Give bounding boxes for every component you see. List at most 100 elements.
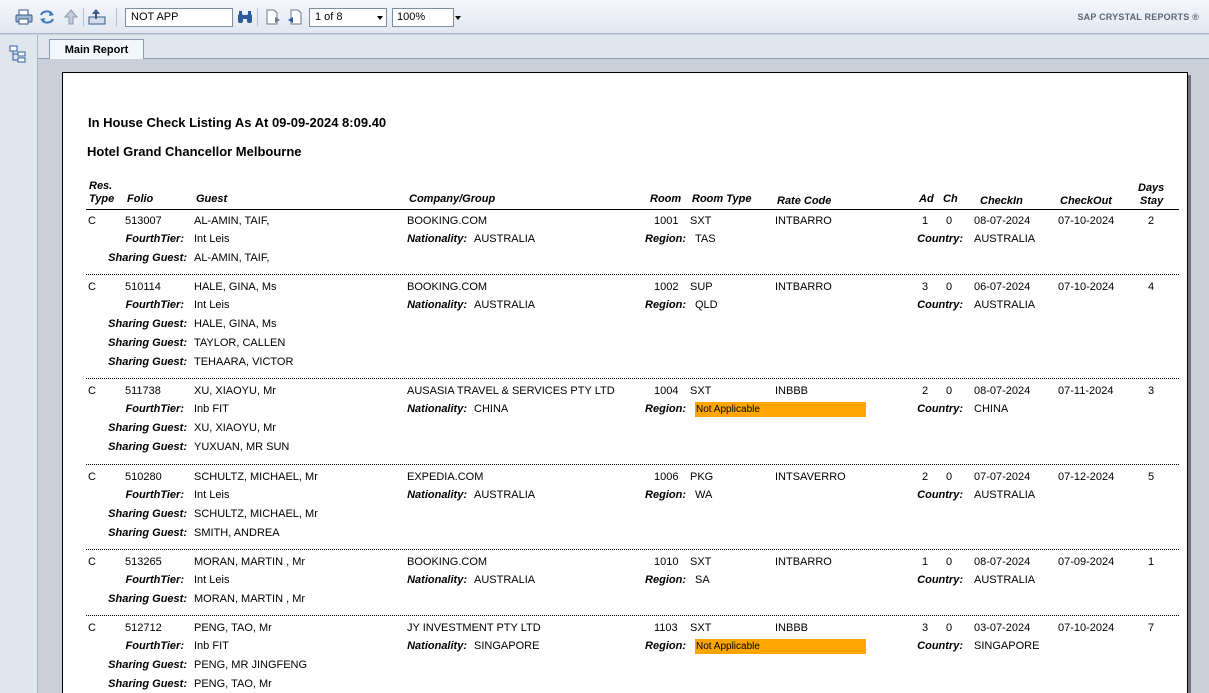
hotel-name: Hotel Grand Chancellor Melbourne	[87, 144, 302, 159]
header-res-type: Type	[89, 193, 115, 205]
children-count: 0	[946, 622, 953, 634]
folio-number: 510280	[125, 471, 162, 483]
sharing-guest-name: SMITH, ANDREA	[194, 527, 280, 539]
room-type: PKG	[690, 471, 714, 483]
company-name: BOOKING.COM	[407, 281, 488, 293]
adults-count: 2	[922, 471, 929, 483]
res-type: C	[88, 281, 96, 293]
header-days-stay: Days	[1138, 182, 1165, 194]
company-name: BOOKING.COM	[407, 556, 488, 568]
country-value: AUSTRALIA	[974, 489, 1036, 501]
country-label: Country:	[917, 640, 963, 652]
folio-number: 513007	[125, 215, 162, 227]
search-input[interactable]: NOT APP	[125, 8, 233, 27]
country-label: Country:	[917, 489, 963, 501]
header-room-type: Room Type	[692, 193, 752, 205]
checkout-date: 07-10-2024	[1058, 622, 1115, 634]
group-tree-toggle-icon[interactable]	[7, 43, 29, 65]
sharing-guest-label: Sharing Guest:	[108, 337, 187, 349]
guest-name: MORAN, MARTIN , Mr	[194, 556, 306, 568]
toolbar: NOT APP 1 of 8 100% SAP CRYSTAL REPORTS …	[0, 0, 1209, 34]
rate-code: INBBB	[775, 622, 809, 634]
sharing-guest-name: TEHAARA, VICTOR	[194, 356, 294, 368]
adults-count: 1	[922, 215, 929, 227]
header-rate-code: Rate Code	[777, 195, 832, 207]
refresh-icon[interactable]	[37, 7, 57, 27]
record-separator	[86, 464, 1179, 465]
checkout-date: 07-10-2024	[1058, 215, 1115, 227]
room-type: SXT	[690, 622, 712, 634]
header-checkin: CheckIn	[980, 195, 1023, 207]
country-value: AUSTRALIA	[974, 233, 1036, 245]
print-icon[interactable]	[14, 7, 34, 27]
header-rule	[86, 209, 1179, 210]
room-type: SXT	[690, 556, 712, 568]
export-icon[interactable]	[87, 7, 107, 27]
room-number: 1004	[654, 385, 679, 397]
res-type: C	[88, 622, 96, 634]
sharing-guest-label: Sharing Guest:	[108, 508, 187, 520]
res-type: C	[88, 215, 96, 227]
rate-code: INBBB	[775, 385, 809, 397]
checkin-date: 06-07-2024	[974, 281, 1031, 293]
country-label: Country:	[917, 574, 963, 586]
sharing-guest-name: PENG, MR JINGFENG	[194, 659, 308, 671]
brand-label: SAP CRYSTAL REPORTS ®	[1077, 12, 1199, 22]
room-type: SUP	[690, 281, 713, 293]
zoom-selector-value: 100%	[397, 11, 426, 23]
adults-count: 1	[922, 556, 929, 568]
room-number: 1006	[654, 471, 679, 483]
country-label: Country:	[917, 233, 963, 245]
sharing-guest-label: Sharing Guest:	[108, 252, 187, 264]
chevron-down-icon[interactable]	[455, 16, 461, 20]
header-room: Room	[650, 193, 682, 205]
room-number: 1103	[654, 622, 678, 634]
up-arrow-icon[interactable]	[61, 7, 81, 27]
room-number: 1001	[654, 215, 679, 227]
checkin-date: 08-07-2024	[974, 215, 1031, 227]
guest-name: HALE, GINA, Ms	[194, 281, 277, 293]
guest-name: PENG, TAO, Mr	[194, 622, 272, 634]
toolbar-separator	[116, 8, 117, 26]
header-guest: Guest	[196, 193, 228, 205]
res-type: C	[88, 385, 96, 397]
record-separator	[86, 274, 1179, 275]
checkin-date: 07-07-2024	[974, 471, 1031, 483]
zoom-selector[interactable]: 100%	[392, 8, 461, 27]
adults-count: 3	[922, 281, 929, 293]
sharing-guest-label: Sharing Guest:	[108, 527, 187, 539]
page-selector-value: 1 of 8	[315, 11, 343, 23]
chevron-down-icon[interactable]	[377, 16, 383, 20]
children-count: 0	[946, 471, 953, 483]
checkin-date: 08-07-2024	[974, 385, 1031, 397]
report-page: In House Check Listing As At 09-09-2024 …	[62, 72, 1188, 693]
sharing-guest-name: HALE, GINA, Ms	[194, 318, 277, 330]
rate-code: INTBARRO	[775, 215, 832, 227]
checkout-date: 07-10-2024	[1058, 281, 1115, 293]
page-prev-icon[interactable]	[285, 7, 305, 27]
sharing-guest-label: Sharing Guest:	[108, 422, 187, 434]
company-name: AUSASIA TRAVEL & SERVICES PTY LTD	[407, 385, 615, 397]
country-value: SINGAPORE	[974, 640, 1040, 652]
sharing-guest-name: YUXUAN, MR SUN	[194, 441, 290, 453]
rate-code: INTBARRO	[775, 281, 832, 293]
report-title: In House Check Listing As At 09-09-2024 …	[88, 115, 387, 130]
header-res-type: Res.	[89, 180, 113, 192]
days-stay: 4	[1148, 281, 1155, 293]
binoculars-icon[interactable]	[235, 7, 255, 27]
country-value: CHINA	[974, 403, 1009, 415]
tab-main-report[interactable]: Main Report	[49, 39, 144, 60]
page-selector[interactable]: 1 of 8	[309, 8, 387, 27]
page-next-icon[interactable]	[263, 7, 283, 27]
guest-name: XU, XIAOYU, Mr	[194, 385, 276, 397]
header-folio: Folio	[127, 193, 154, 205]
record-separator	[86, 549, 1179, 550]
company-name: EXPEDIA.COM	[407, 471, 484, 483]
folio-number: 510114	[125, 281, 161, 293]
days-stay: 7	[1148, 622, 1155, 634]
sharing-guest-label: Sharing Guest:	[108, 356, 187, 368]
checkout-date: 07-11-2024	[1058, 385, 1114, 397]
days-stay: 3	[1148, 385, 1155, 397]
children-count: 0	[946, 215, 953, 227]
res-type: C	[88, 471, 96, 483]
